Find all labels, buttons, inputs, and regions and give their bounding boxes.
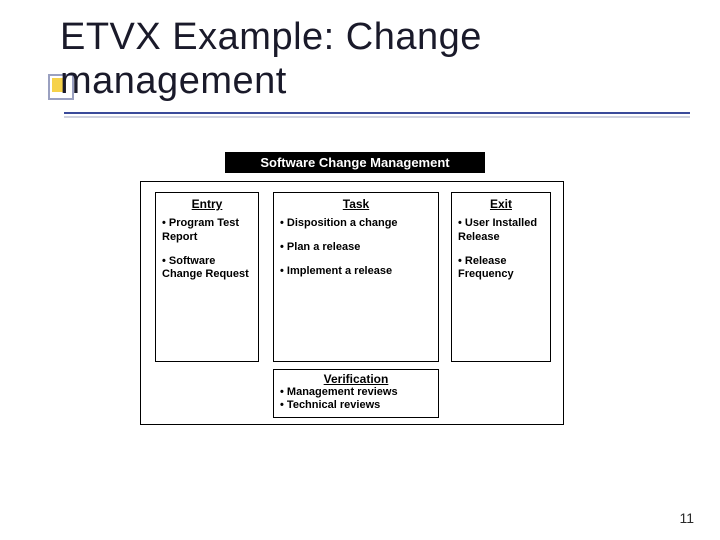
entry-item: • Software Change Request — [162, 255, 252, 283]
task-item-text: Plan a release — [287, 241, 360, 253]
title-underline — [64, 112, 690, 114]
diagram-outer-box: Entry • Program Test Report • Software C… — [140, 181, 564, 425]
entry-item-text: Software Change Request — [162, 255, 249, 281]
slide-title-line1: ETVX Example: Change — [60, 16, 482, 60]
exit-item-text: Release Frequency — [458, 255, 514, 281]
exit-item: • Release Frequency — [458, 255, 544, 283]
task-item-text: Disposition a change — [287, 217, 398, 229]
verification-item-text: Management reviews — [287, 386, 398, 398]
verification-items: • Management reviews • Technical reviews — [280, 386, 432, 414]
entry-heading: Entry — [162, 197, 252, 211]
verification-heading: Verification — [280, 372, 432, 386]
entry-item-text: Program Test Report — [162, 217, 239, 243]
exit-item-text: User Installed Release — [458, 217, 537, 243]
exit-items: • User Installed Release • Release Frequ… — [458, 217, 544, 282]
verification-item: • Technical reviews — [280, 399, 432, 413]
task-heading: Task — [280, 197, 432, 211]
exit-heading: Exit — [458, 197, 544, 211]
slide-title-block: ETVX Example: Change management — [60, 16, 482, 103]
exit-column: Exit • User Installed Release • Release … — [451, 192, 551, 362]
task-item: • Implement a release — [280, 265, 432, 279]
etvx-diagram: Software Change Management Entry • Progr… — [140, 152, 570, 425]
task-item: • Plan a release — [280, 241, 432, 255]
task-item-text: Implement a release — [287, 265, 392, 277]
task-items: • Disposition a change • Plan a release … — [280, 217, 432, 278]
entry-item: • Program Test Report — [162, 217, 252, 245]
diagram-banner: Software Change Management — [225, 152, 485, 173]
title-underline-shadow — [64, 116, 690, 118]
verification-item: • Management reviews — [280, 386, 432, 400]
verification-item-text: Technical reviews — [287, 399, 380, 411]
task-column: Task • Disposition a change • Plan a rel… — [273, 192, 439, 362]
entry-items: • Program Test Report • Software Change … — [162, 217, 252, 282]
slide-title-line2: management — [60, 60, 482, 104]
verification-box: Verification • Management reviews • Tech… — [273, 369, 439, 419]
task-item: • Disposition a change — [280, 217, 432, 231]
entry-column: Entry • Program Test Report • Software C… — [155, 192, 259, 362]
page-number: 11 — [679, 510, 694, 526]
exit-item: • User Installed Release — [458, 217, 544, 245]
